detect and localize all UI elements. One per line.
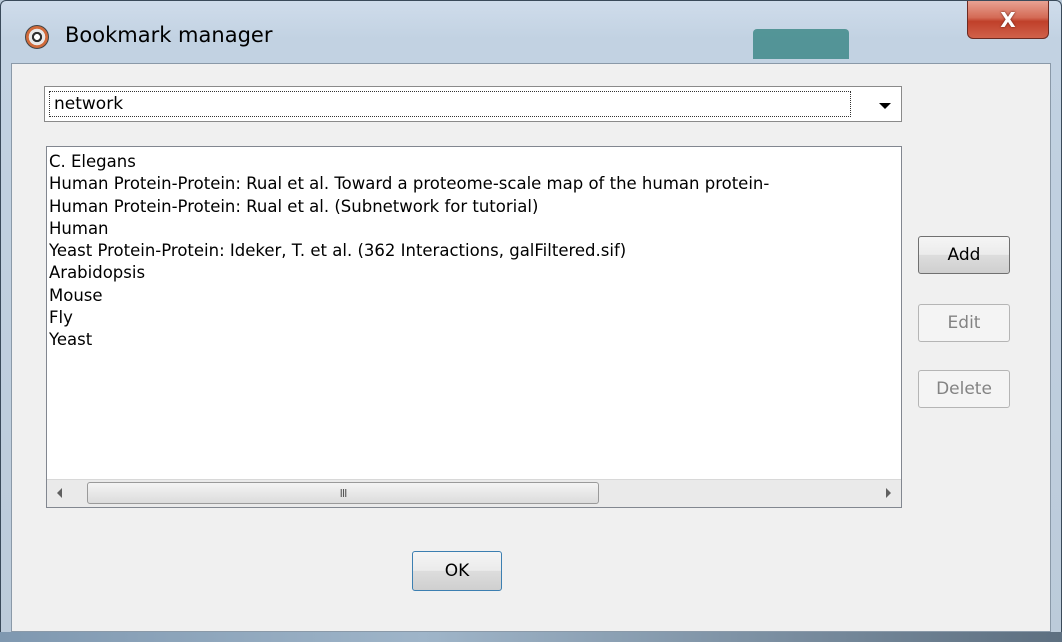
bookmark-category-dropdown[interactable]: network [44,86,902,122]
edit-button[interactable]: Edit [918,304,1010,342]
list-item[interactable]: Human Protein-Protein: Rual et al. Towar… [49,173,769,195]
list-item[interactable]: Yeast Protein-Protein: Ideker, T. et al.… [49,240,769,262]
scroll-right-icon[interactable] [886,488,891,498]
list-item[interactable]: Yeast [49,329,769,351]
scroll-left-icon[interactable] [57,488,62,498]
list-item[interactable]: Human Protein-Protein: Rual et al. (Subn… [49,196,769,218]
bookmark-manager-window: Bookmark manager X network C. Elegans Hu… [0,0,1062,642]
scrollbar-thumb[interactable]: III [87,482,599,504]
bookmark-list[interactable]: C. Elegans Human Protein-Protein: Rual e… [46,146,902,508]
bookmark-list-items: C. Elegans Human Protein-Protein: Rual e… [49,151,769,352]
ok-button[interactable]: OK [412,551,502,591]
grip-icon: III [339,486,348,500]
close-button[interactable]: X [967,1,1049,39]
list-item[interactable]: Fly [49,307,769,329]
close-icon: X [1000,7,1016,32]
list-item[interactable]: Mouse [49,285,769,307]
chevron-down-icon[interactable] [879,103,891,109]
list-item[interactable]: C. Elegans [49,151,769,173]
title-bar-decoration [753,29,849,59]
dialog-body: network C. Elegans Human Protein-Protein… [11,63,1051,632]
background-strip [0,632,1062,642]
delete-button[interactable]: Delete [918,370,1010,408]
cytoscape-icon[interactable] [25,25,49,49]
add-button[interactable]: Add [918,236,1010,274]
title-bar[interactable]: Bookmark manager X [1,1,1061,63]
list-item[interactable]: Human [49,218,769,240]
window-title: Bookmark manager [65,23,273,47]
horizontal-scrollbar[interactable]: III [47,479,901,507]
dropdown-selected-value[interactable]: network [49,91,851,117]
list-item[interactable]: Arabidopsis [49,262,769,284]
